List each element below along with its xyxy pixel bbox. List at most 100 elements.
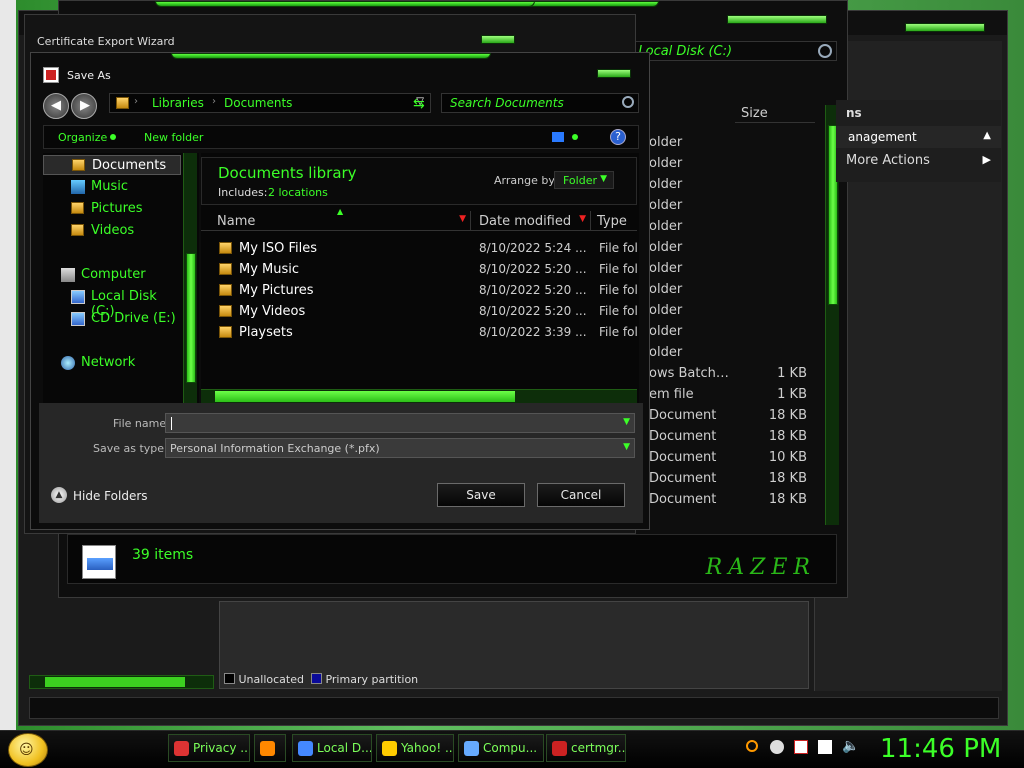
view-icon[interactable]	[552, 132, 564, 142]
dialog-close-button[interactable]	[597, 69, 631, 78]
file-row[interactable]: My Music 8/10/2022 5:20 ... File folc	[201, 260, 637, 280]
explorer-row-type: em file	[649, 387, 694, 402]
file-row[interactable]: My Pictures 8/10/2022 5:20 ... File folc	[201, 281, 637, 301]
nav-item-cd-drive[interactable]: CD Drive (E:)	[43, 309, 181, 329]
col-name[interactable]: Name ▲ ▼	[201, 207, 471, 231]
taskbar-item-label: Local D...	[317, 741, 372, 755]
smiley-tray-icon[interactable]	[770, 740, 784, 754]
start-button[interactable]: ☺	[8, 733, 48, 767]
file-row[interactable]: My Videos 8/10/2022 5:20 ... File folc	[201, 302, 637, 322]
breadcrumb-libraries[interactable]: Libraries	[152, 96, 204, 110]
nav-item-pictures[interactable]: Pictures	[43, 199, 181, 219]
back-button[interactable]: ◀	[43, 93, 69, 119]
taskbar-item[interactable]: Local D...	[292, 734, 372, 762]
forward-button[interactable]: ▶	[71, 93, 97, 119]
folder-icon	[219, 242, 232, 254]
explorer-row[interactable]: Document 18 KB	[649, 406, 819, 426]
search-tray-icon[interactable]	[746, 740, 758, 752]
filter-dropdown-icon[interactable]: ▼	[579, 214, 586, 224]
explorer-row[interactable]: Document 10 KB	[649, 448, 819, 468]
file-hscroll[interactable]	[201, 389, 637, 403]
nav-item-computer[interactable]: Computer	[43, 265, 181, 285]
file-name: My Videos	[239, 304, 306, 319]
explorer-row[interactable]: older	[649, 154, 819, 174]
file-type: File folc	[599, 304, 637, 318]
help-icon[interactable]: ?	[610, 129, 626, 145]
col-date-modified[interactable]: Date modified ▼	[473, 211, 591, 231]
wizard-close-button[interactable]	[481, 35, 515, 44]
clock[interactable]: 11:46 PM	[880, 734, 1001, 764]
nav-item-documents[interactable]: Documents	[43, 155, 181, 175]
explorer-row-type: ows Batch…	[649, 366, 729, 381]
search-icon[interactable]	[622, 96, 634, 108]
taskbar-item[interactable]: certmgr...	[546, 734, 626, 762]
arrange-by-dropdown[interactable]: Folder ▼	[554, 171, 614, 189]
explorer-row[interactable]: older	[649, 322, 819, 342]
breadcrumb-arrow-icon: ›	[134, 96, 138, 107]
explorer-row[interactable]: Document 18 KB	[649, 490, 819, 510]
address-bar[interactable]: › Libraries › Documents ▽	[109, 93, 431, 113]
explorer-row[interactable]: older	[649, 238, 819, 258]
actions-item-management[interactable]: anagement ▲	[836, 126, 1001, 148]
nav-vscroll[interactable]	[183, 153, 197, 403]
taskbar-item[interactable]: Privacy ...	[168, 734, 250, 762]
firefox-icon	[260, 741, 275, 756]
refresh-icon: ⇆	[413, 96, 425, 112]
taskbar-item[interactable]: Compu...	[458, 734, 544, 762]
network-tray-icon[interactable]	[818, 740, 832, 754]
chevron-down-icon[interactable]: ▼	[623, 417, 630, 427]
explorer-row[interactable]: older	[649, 133, 819, 153]
explorer-search-icon[interactable]	[818, 44, 832, 58]
search-input[interactable]: Search Documents	[441, 93, 639, 113]
bottom-hscroll[interactable]	[29, 675, 214, 689]
explorer-row[interactable]: ows Batch… 1 KB	[649, 364, 819, 384]
nav-item-music[interactable]: Music	[43, 177, 181, 197]
save-type-select[interactable]: Personal Information Exchange (*.pfx) ▼	[165, 438, 635, 458]
library-locations-link[interactable]: 2 locations	[268, 186, 328, 199]
file-name: My Pictures	[239, 283, 314, 298]
flag-icon[interactable]	[794, 740, 808, 754]
explorer-row[interactable]: older	[649, 280, 819, 300]
save-button-label: Save	[466, 488, 496, 502]
nav-item-network[interactable]: Network	[43, 353, 181, 373]
chevron-right-icon: ▶	[982, 153, 991, 166]
file-row[interactable]: My ISO Files 8/10/2022 5:24 ... File folc	[201, 239, 637, 259]
cancel-button[interactable]: Cancel	[537, 483, 625, 507]
explorer-row[interactable]: Document 18 KB	[649, 469, 819, 489]
actions-item-more[interactable]: More Actions ▶	[836, 150, 1001, 172]
col-type[interactable]: Type	[593, 211, 637, 231]
volume-icon[interactable]: 🔈	[842, 738, 859, 754]
save-button[interactable]: Save	[437, 483, 525, 507]
new-folder-button[interactable]: New folder	[144, 131, 203, 144]
explorer-row[interactable]: Document 18 KB	[649, 427, 819, 447]
library-includes-label: Includes:	[218, 186, 268, 199]
videos-icon	[71, 224, 84, 236]
smiley-icon: ☺	[19, 742, 34, 758]
explorer-row[interactable]: older	[649, 301, 819, 321]
explorer-row[interactable]: older	[649, 175, 819, 195]
explorer-row[interactable]: older	[649, 343, 819, 363]
dialog-bottom: File name: ▼ Save as type: Personal Info…	[39, 403, 643, 523]
nav-item-local-disk[interactable]: Local Disk (C:)	[43, 287, 181, 319]
file-name: My ISO Files	[239, 241, 318, 256]
hide-folders-button[interactable]: ▲ Hide Folders	[51, 487, 161, 507]
breadcrumb-documents[interactable]: Documents	[224, 96, 292, 110]
taskbar-item[interactable]: Yahoo! ...	[376, 734, 454, 762]
explorer-row[interactable]: em file 1 KB	[649, 385, 819, 405]
collapse-icon[interactable]: ▲	[983, 130, 991, 141]
filter-dropdown-icon[interactable]: ▼	[459, 214, 466, 224]
explorer-row[interactable]: older	[649, 196, 819, 216]
file-name-input[interactable]: ▼	[165, 413, 635, 433]
explorer-row[interactable]: older	[649, 217, 819, 237]
explorer-address-bar[interactable]: h Local Disk (C:)	[619, 41, 837, 61]
system-tray: 🔈	[740, 734, 870, 762]
organize-button[interactable]: Organize	[58, 131, 107, 144]
nav-item-videos[interactable]: Videos	[43, 221, 181, 241]
view-dropdown-icon[interactable]	[572, 134, 578, 140]
explorer-row[interactable]: older	[649, 259, 819, 279]
explorer-col-size[interactable]: Size	[735, 105, 815, 123]
refresh-button[interactable]: ⇆	[413, 93, 431, 113]
file-row[interactable]: Playsets 8/10/2022 3:39 ... File folc	[201, 323, 637, 343]
cancel-button-label: Cancel	[560, 488, 602, 502]
taskbar-item[interactable]	[254, 734, 286, 762]
